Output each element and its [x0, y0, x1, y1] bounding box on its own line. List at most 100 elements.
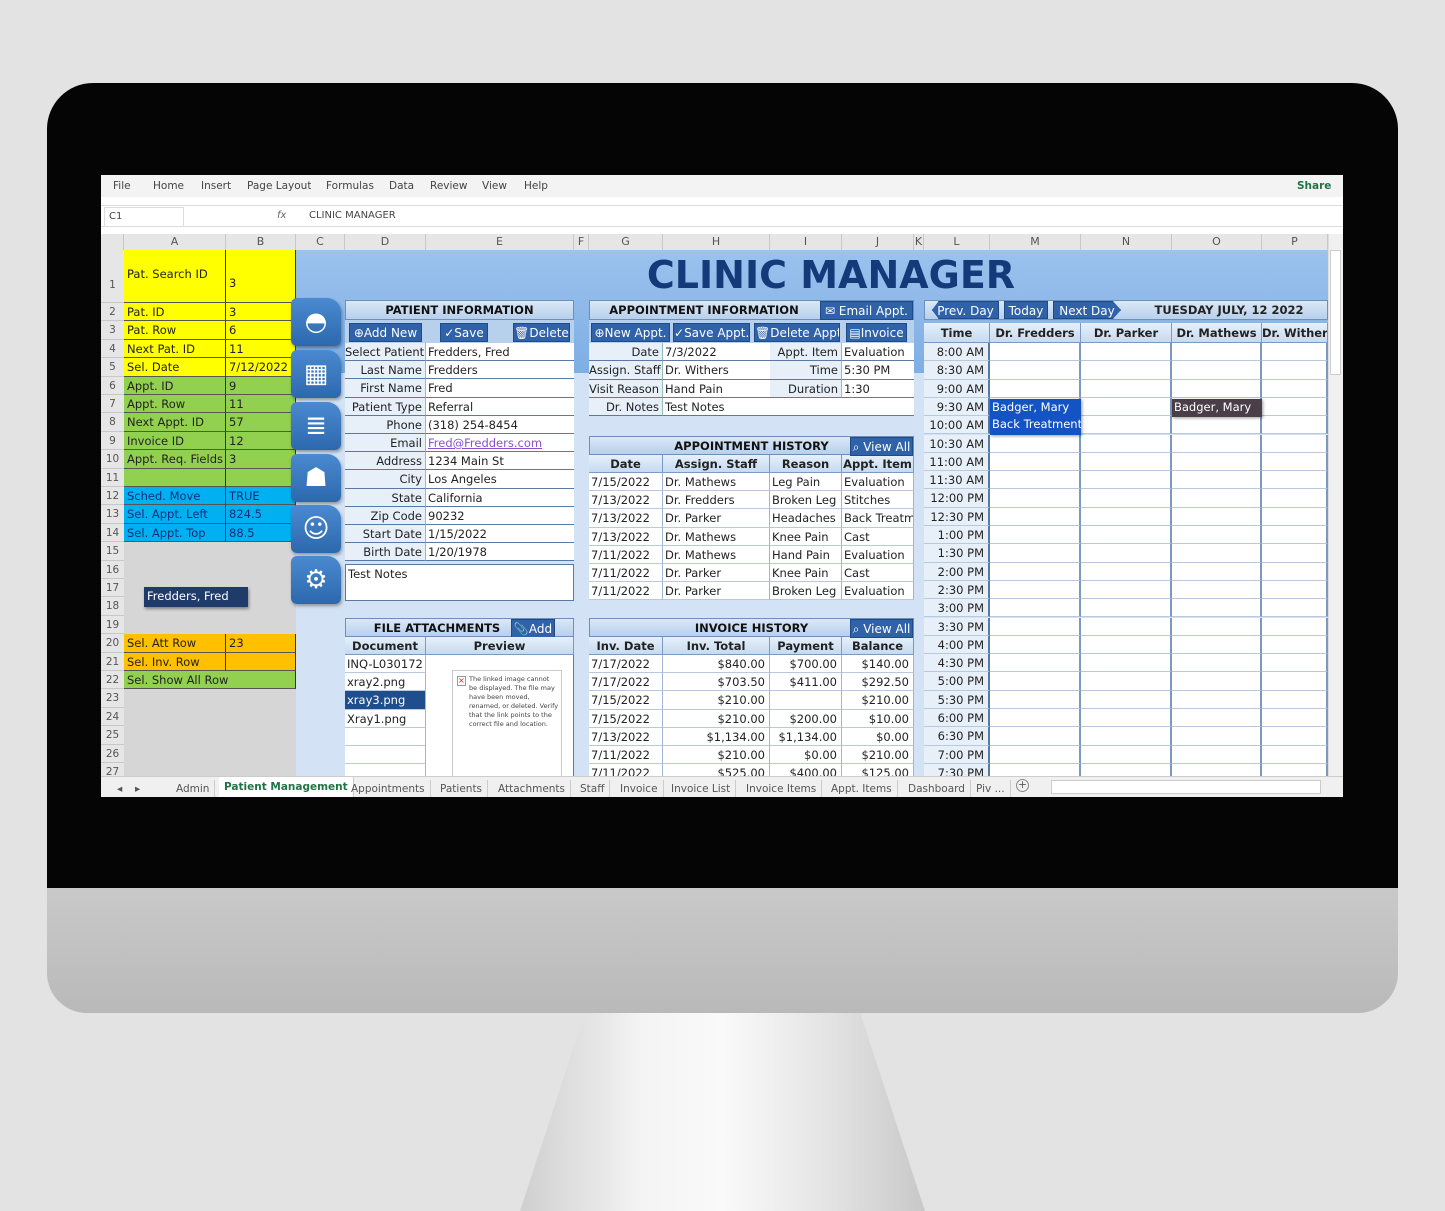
tab-piv-[interactable]: Piv ... [971, 780, 1011, 797]
menu-insert[interactable]: Insert [201, 177, 231, 195]
appt-field-date[interactable]: 7/3/2022 [663, 343, 770, 362]
row-header-25[interactable]: 25 [101, 726, 124, 745]
schedule-slot[interactable] [990, 672, 1081, 691]
invoice-history-cell[interactable]: $10.00 [842, 709, 914, 728]
appt-history-view-all-button[interactable]: ⌕ View All [850, 437, 913, 456]
column-header-M[interactable]: M [990, 234, 1081, 250]
row-header-10[interactable]: 10 [101, 450, 124, 469]
row-header-8[interactable]: 8 [101, 413, 124, 432]
schedule-slot[interactable] [1081, 745, 1172, 764]
schedule-slot[interactable] [990, 343, 1081, 362]
menu-home[interactable]: Home [153, 177, 184, 195]
invoice-history-cell[interactable]: 7/17/2022 [589, 673, 663, 692]
schedule-slot[interactable] [1262, 489, 1328, 508]
menu-file[interactable]: File [113, 177, 131, 195]
cell-value[interactable]: 3 [226, 450, 296, 469]
schedule-slot[interactable] [1081, 379, 1172, 398]
schedule-slot[interactable] [990, 471, 1081, 490]
row-header-2[interactable]: 2 [101, 303, 124, 322]
schedule-slot[interactable] [1262, 361, 1328, 380]
invoice-history-cell[interactable]: 7/15/2022 [589, 709, 663, 728]
row-header-22[interactable]: 22 [101, 671, 124, 690]
tab-admin[interactable]: Admin [171, 780, 216, 797]
column-header-N[interactable]: N [1081, 234, 1172, 250]
appointment-history-cell[interactable]: 7/15/2022 [589, 473, 663, 492]
appointment-history-col-header[interactable]: Date [589, 455, 663, 473]
schedule-slot[interactable] [1172, 416, 1262, 435]
schedule-slot[interactable] [1262, 654, 1328, 673]
schedule-slot[interactable] [990, 599, 1081, 618]
schedule-slot[interactable] [1172, 727, 1262, 746]
row-header-23[interactable]: 23 [101, 689, 124, 708]
schedule-slot[interactable] [1262, 526, 1328, 545]
invoice-history-cell[interactable]: $411.00 [770, 673, 842, 692]
schedule-slot[interactable] [1172, 526, 1262, 545]
schedule-slot[interactable] [1262, 379, 1328, 398]
schedule-slot[interactable] [1172, 654, 1262, 673]
horizontal-scrollbar[interactable] [1051, 780, 1321, 794]
schedule-slot[interactable] [1081, 361, 1172, 380]
schedule-slot[interactable] [1172, 489, 1262, 508]
tab-scroll-right-icon[interactable]: ▸ [135, 780, 140, 797]
schedule-slot[interactable] [1081, 343, 1172, 362]
appointment-history-cell[interactable]: Evaluation [842, 582, 914, 601]
invoice-history-cell[interactable] [770, 691, 842, 710]
invoice-history-cell[interactable]: $292.50 [842, 673, 914, 692]
schedule-slot[interactable] [1262, 690, 1328, 709]
invoice-history-cell[interactable]: $210.00 [663, 746, 770, 765]
appointment-history-cell[interactable]: Dr. Mathews [663, 527, 770, 546]
email-appointment-button[interactable]: ✉ Email Appt. [820, 301, 913, 320]
cell-value[interactable]: 824.5 [226, 505, 296, 524]
schedule-slot[interactable] [1262, 635, 1328, 655]
appointment-history-cell[interactable]: Broken Leg [770, 491, 842, 510]
schedule-col-header[interactable]: Time [924, 323, 990, 343]
schedule-slot[interactable] [1172, 361, 1262, 380]
row-header-13[interactable]: 13 [101, 505, 124, 524]
row-header-1[interactable]: 1 [101, 250, 124, 303]
appointment-history-cell[interactable]: Dr. Parker [663, 564, 770, 583]
schedule-slot[interactable] [990, 727, 1081, 746]
schedule-slot[interactable] [1081, 635, 1172, 655]
invoice-history-cell[interactable]: 7/13/2022 [589, 727, 663, 746]
invoice-history-col-header[interactable]: Inv. Date [589, 637, 663, 655]
schedule-slot[interactable] [1172, 745, 1262, 764]
schedule-slot[interactable] [1172, 343, 1262, 362]
formula-input[interactable]: CLINIC MANAGER [309, 207, 396, 225]
attachment-item[interactable]: xray2.png [345, 673, 426, 692]
attachments-col-header[interactable]: Document [345, 637, 426, 655]
row-header-6[interactable]: 6 [101, 376, 124, 395]
schedule-col-header[interactable]: Dr. Mathews [1172, 323, 1262, 343]
appointment-history-cell[interactable]: Headaches [770, 509, 842, 528]
field-last-name[interactable]: Fredders [426, 361, 574, 380]
schedule-slot[interactable] [990, 526, 1081, 545]
save-appointment-button[interactable]: ✓Save Appt. [673, 323, 750, 342]
appointment-history-cell[interactable]: 7/11/2022 [589, 564, 663, 583]
schedule-slot[interactable] [1081, 489, 1172, 508]
appt-field-dr-notes[interactable]: Test Notes [663, 397, 914, 417]
appointment-history-cell[interactable]: Knee Pain [770, 527, 842, 546]
patient-notes[interactable]: Test Notes [345, 564, 574, 601]
appointment-history-cell[interactable]: Cast [842, 564, 914, 583]
schedule-slot[interactable] [990, 544, 1081, 563]
column-header-B[interactable]: B [226, 234, 296, 250]
selected-patient-chip[interactable]: Fredders, Fred [144, 587, 248, 607]
schedule-slot[interactable] [1172, 635, 1262, 655]
column-header-G[interactable]: G [589, 234, 663, 250]
appointment-history-cell[interactable]: Back Treatment [842, 509, 914, 528]
schedule-slot[interactable] [1262, 416, 1328, 435]
appointment-history-cell[interactable]: Cast [842, 527, 914, 546]
schedule-slot[interactable] [1172, 379, 1262, 398]
schedule-slot[interactable] [990, 434, 1081, 453]
schedule-slot[interactable] [1081, 580, 1172, 600]
invoice-history-cell[interactable]: $210.00 [842, 691, 914, 710]
column-header-P[interactable]: P [1262, 234, 1328, 250]
invoice-history-cell[interactable]: $1,134.00 [770, 727, 842, 746]
invoice-history-cell[interactable]: 7/15/2022 [589, 691, 663, 710]
column-header-K[interactable]: K [914, 234, 924, 250]
field-phone[interactable]: (318) 254-8454 [426, 415, 574, 434]
schedule-slot[interactable] [1262, 507, 1328, 526]
schedule-slot[interactable] [1172, 580, 1262, 600]
cell-value[interactable]: 9 [226, 376, 296, 395]
schedule-slot[interactable] [1172, 507, 1262, 526]
save-patient-button[interactable]: ✓Save [440, 323, 488, 342]
